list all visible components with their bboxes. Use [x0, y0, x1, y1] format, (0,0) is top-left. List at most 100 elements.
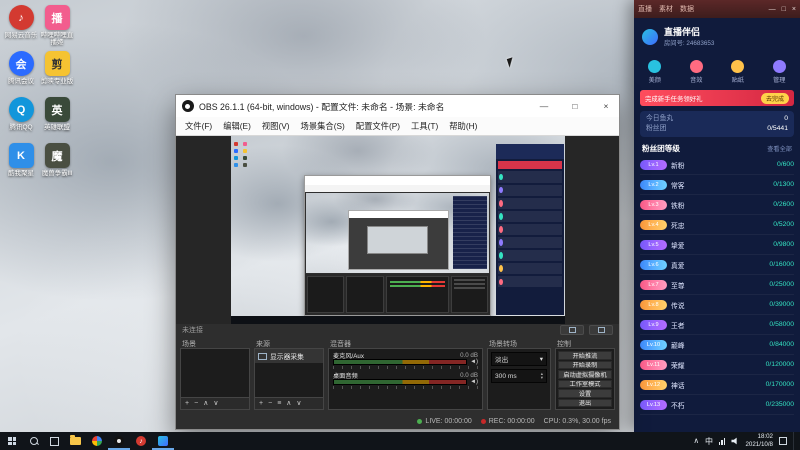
- start-button[interactable]: [0, 432, 24, 450]
- scene-down-button[interactable]: ∨: [213, 400, 218, 407]
- list-item[interactable]: Lv.12 神话 0/170000: [640, 375, 794, 396]
- spin-down-icon[interactable]: ▾: [541, 375, 543, 381]
- banner-action-button[interactable]: 去完成: [760, 92, 789, 104]
- scene-up-button[interactable]: ∧: [203, 400, 208, 407]
- remove-source-button[interactable]: −: [268, 400, 272, 407]
- close-button[interactable]: ×: [792, 6, 796, 13]
- sources-toolbar: + − ≡ ∧ ∨: [255, 397, 323, 409]
- menu-help[interactable]: 帮助(H): [444, 118, 482, 134]
- source-up-button[interactable]: ∧: [286, 400, 291, 407]
- source-item-display-capture[interactable]: 显示器采集: [255, 349, 323, 363]
- volume-meter: [333, 359, 468, 365]
- exit-button[interactable]: 退出: [558, 398, 612, 407]
- taskbar-netease[interactable]: ♪: [130, 432, 152, 450]
- menu-view[interactable]: 视图(V): [257, 118, 295, 134]
- menu-edit[interactable]: 编辑(E): [218, 118, 256, 134]
- obs-titlebar[interactable]: OBS 26.1.1 (64-bit, windows) - 配置文件: 未命名…: [176, 95, 619, 117]
- minimize-button[interactable]: —: [769, 6, 776, 13]
- desktop-icon-label: 腾讯会议: [8, 78, 34, 85]
- obs-preview-canvas[interactable]: [176, 136, 619, 324]
- mini-companion-window: [496, 143, 565, 315]
- list-item[interactable]: Lv.13 不朽 0/235000: [640, 395, 794, 416]
- cpu-status: CPU: 0.3%, 30.00 fps: [544, 418, 611, 425]
- speaker-icon[interactable]: ◄): [470, 359, 478, 365]
- start-recording-button[interactable]: 开始录制: [558, 360, 612, 369]
- tray-chevron-icon[interactable]: ∧: [693, 437, 699, 445]
- spinner-arrows[interactable]: ▴ ▾: [541, 371, 543, 381]
- settings-button[interactable]: 设置: [558, 389, 612, 398]
- desktop-icon-lol[interactable]: 英 英雄联盟: [40, 97, 74, 131]
- list-item[interactable]: Lv.8 传说 0/39000: [640, 295, 794, 316]
- speaker-icon[interactable]: ◄): [470, 379, 478, 385]
- source-down-button[interactable]: ∨: [296, 400, 301, 407]
- companion-tab-live[interactable]: 直播: [638, 4, 652, 14]
- mini-sources-dock: [346, 276, 384, 313]
- list-item[interactable]: Lv.9 王者 0/58000: [640, 315, 794, 336]
- lock-icon: [597, 327, 605, 333]
- taskbar-explorer[interactable]: [64, 432, 86, 450]
- source-properties-button[interactable]: ≡: [277, 400, 281, 407]
- companion-tab-assets[interactable]: 素材: [659, 4, 673, 14]
- notification-center-icon[interactable]: [779, 437, 787, 445]
- task-view-button[interactable]: [44, 432, 64, 450]
- start-streaming-button[interactable]: 开始推流: [558, 351, 612, 360]
- show-desktop-button[interactable]: [793, 432, 797, 450]
- search-button[interactable]: [24, 432, 44, 450]
- stat-label: 粉丝团: [646, 125, 667, 133]
- desktop-icon-meeting[interactable]: 会 腾讯会议: [4, 51, 38, 85]
- taskbar-obs[interactable]: [108, 432, 130, 450]
- menu-profile[interactable]: 配置文件(P): [351, 118, 405, 134]
- list-item[interactable]: Lv.5 挚爱 0/9800: [640, 235, 794, 256]
- level-badge: Lv.6: [640, 259, 667, 270]
- list-item[interactable]: Lv.3 铁粉 0/2600: [640, 195, 794, 216]
- menu-file[interactable]: 文件(F): [180, 118, 217, 134]
- dock-layout-button[interactable]: [560, 325, 584, 335]
- ime-indicator[interactable]: 中: [705, 436, 713, 447]
- transition-select[interactable]: 淡出 ▾: [491, 352, 547, 366]
- studio-mode-button[interactable]: 工作室模式: [558, 379, 612, 388]
- list-more-link[interactable]: 查看全部: [767, 144, 792, 153]
- mini-obs-docks: [304, 274, 491, 315]
- clock[interactable]: 18:02 2021/10/8: [745, 433, 773, 450]
- dock-lock-button[interactable]: [589, 325, 613, 335]
- virtual-camera-button[interactable]: 启动虚拟摄像机: [558, 370, 612, 379]
- desktop-icon-kuwo[interactable]: K 酷我聚星: [4, 143, 38, 177]
- close-button[interactable]: ×: [593, 95, 619, 117]
- list-item[interactable]: Lv.1 新粉 0/600: [640, 155, 794, 176]
- list-item[interactable]: Lv.10 巅峰 0/84000: [640, 335, 794, 356]
- network-icon[interactable]: [718, 437, 726, 445]
- desktop-icon-livehime[interactable]: 播 哔哩哔哩直播姬: [40, 5, 74, 47]
- list-item[interactable]: Lv.4 死忠 0/5200: [640, 215, 794, 236]
- obs-logo-icon: [182, 100, 194, 112]
- desktop-icon-jianying[interactable]: 剪 剪映专业版: [40, 51, 74, 85]
- list-item[interactable]: Lv.2 常客 0/1300: [640, 175, 794, 196]
- desktop-icon-netease[interactable]: ♪ 网易云音乐: [4, 5, 38, 39]
- connection-status: 未连接: [182, 327, 203, 334]
- remove-scene-button[interactable]: −: [194, 400, 198, 407]
- menu-scene-collection[interactable]: 场景集合(S): [296, 118, 350, 134]
- menu-tools[interactable]: 工具(T): [406, 118, 443, 134]
- taskbar-companion[interactable]: [152, 432, 174, 450]
- quick-action-manage[interactable]: 管理: [772, 60, 786, 84]
- minimize-button[interactable]: —: [531, 95, 557, 117]
- quick-action-beauty[interactable]: 美颜: [648, 60, 662, 84]
- add-scene-button[interactable]: +: [185, 400, 189, 407]
- list-item[interactable]: Lv.7 至尊 0/25000: [640, 275, 794, 296]
- desktop-icon-war3[interactable]: 魔 魔兽争霸Ⅲ: [40, 143, 74, 177]
- maximize-button[interactable]: □: [782, 6, 786, 13]
- volume-icon[interactable]: [731, 437, 737, 445]
- quick-action-sound[interactable]: 音效: [689, 60, 703, 84]
- maximize-button[interactable]: □: [562, 95, 588, 117]
- transition-duration-input[interactable]: 300 ms ▴ ▾: [491, 369, 547, 383]
- companion-tab-data[interactable]: 数据: [680, 4, 694, 14]
- quick-action-sticker[interactable]: 贴纸: [731, 60, 745, 84]
- list-item[interactable]: Lv.6 真爱 0/16000: [640, 255, 794, 276]
- scenes-list[interactable]: [181, 349, 249, 397]
- companion-promo-banner[interactable]: 完成新手任务领好礼 去完成: [640, 90, 794, 106]
- desktop-icon-qq[interactable]: Q 腾讯QQ: [4, 97, 38, 131]
- companion-titlebar[interactable]: 直播 素材 数据 — □ ×: [634, 0, 800, 18]
- list-item[interactable]: Lv.11 荣耀 0/120000: [640, 355, 794, 376]
- add-source-button[interactable]: +: [259, 400, 263, 407]
- sources-list[interactable]: 显示器采集: [255, 349, 323, 397]
- taskbar-browser[interactable]: [86, 432, 108, 450]
